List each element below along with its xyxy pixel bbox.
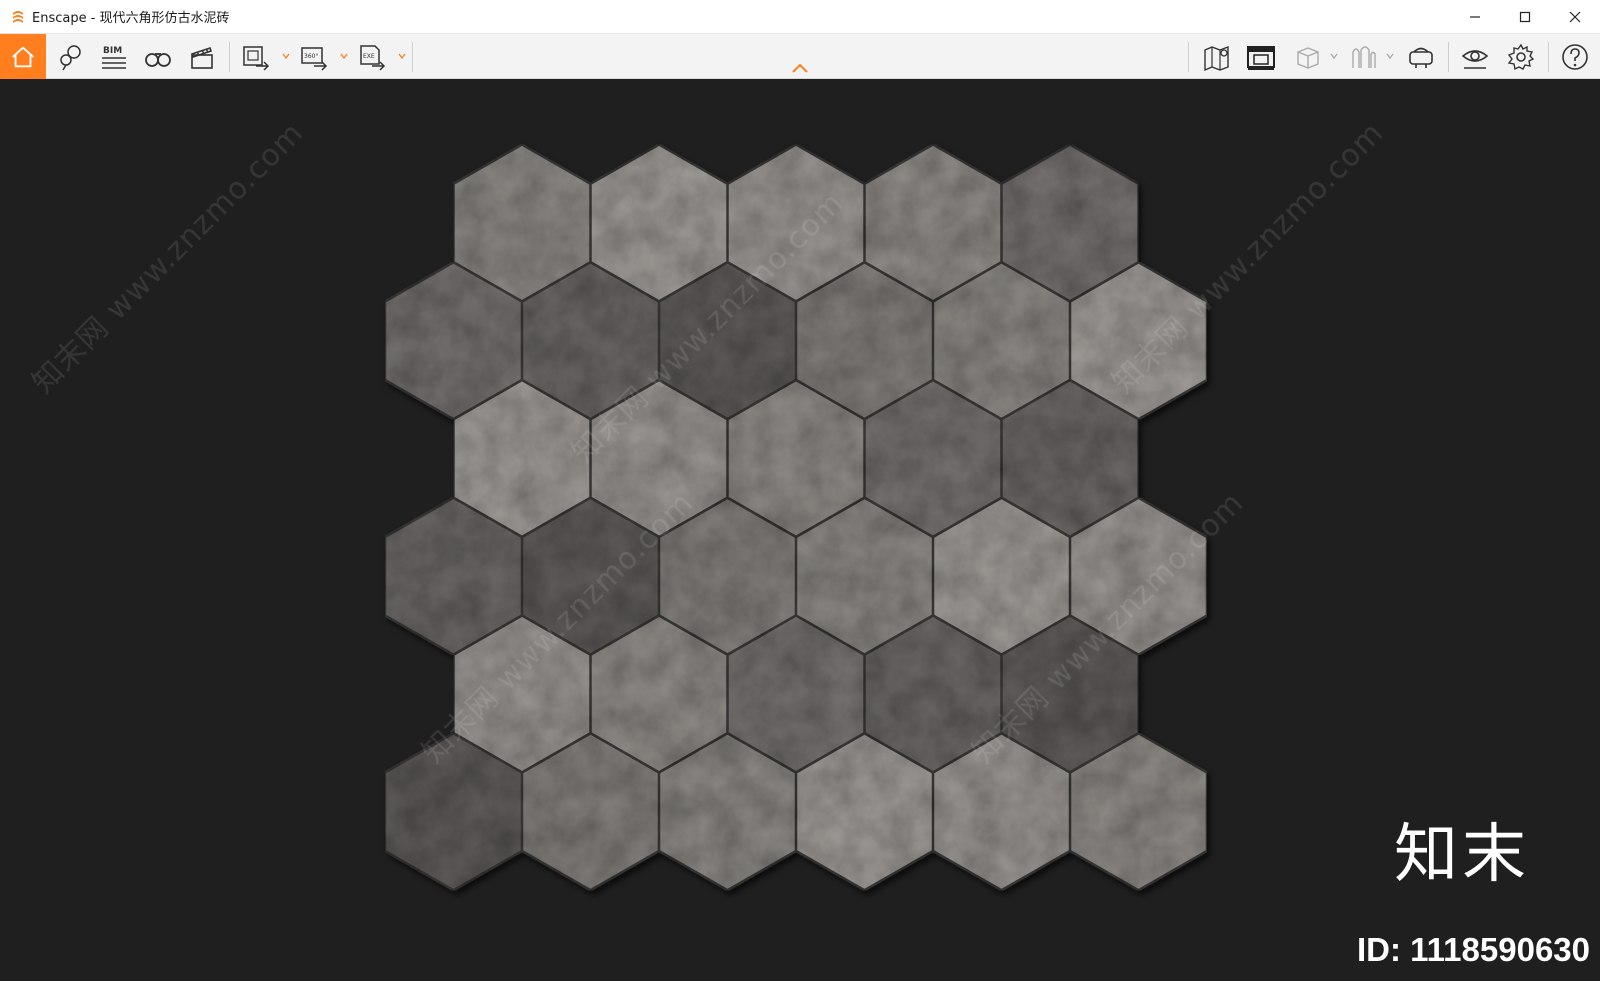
svg-text:EXE: EXE: [363, 53, 375, 60]
home-icon: [12, 46, 34, 67]
gallery-button[interactable]: [1240, 34, 1282, 79]
location-pin-icon: [60, 44, 81, 70]
help-icon: [1562, 43, 1588, 70]
bim-icon: BIM: [102, 46, 126, 69]
asset-icon: [1352, 45, 1376, 68]
export-panorama-button[interactable]: 360°: [294, 34, 334, 79]
brand-logo-text: 知末: [1394, 818, 1530, 892]
maximize-icon: [1519, 11, 1531, 23]
cube-icon: [1297, 46, 1319, 69]
chevron-down-icon[interactable]: [1330, 52, 1338, 60]
close-icon: [1569, 11, 1581, 23]
window-title: Enscape - 现代六角形仿古水泥砖: [32, 11, 230, 26]
export-360-icon: 360°: [301, 46, 328, 71]
map-button[interactable]: [1196, 34, 1238, 79]
help-button[interactable]: [1554, 34, 1596, 79]
enscape-logo-icon: [13, 10, 23, 23]
visual-settings-button[interactable]: [1454, 34, 1496, 79]
svg-text:360°: 360°: [304, 53, 318, 60]
chevron-down-icon[interactable]: [398, 52, 406, 60]
collapse-toolbar-icon[interactable]: [791, 62, 809, 74]
eye-icon: [1461, 49, 1489, 69]
chevron-down-icon[interactable]: [282, 52, 290, 60]
settings-button[interactable]: [1500, 34, 1542, 79]
toolbar: BIM 360° EXE: [0, 34, 1600, 79]
gallery-icon: [1247, 45, 1275, 70]
gear-icon: [1507, 43, 1535, 70]
export-exe-button[interactable]: EXE: [352, 34, 392, 79]
export-image-icon: [243, 45, 270, 71]
export-exe-icon: EXE: [360, 44, 386, 71]
home-button[interactable]: [0, 34, 46, 79]
video-editor-button[interactable]: [182, 34, 222, 79]
minimize-button[interactable]: [1450, 0, 1500, 34]
orbit-button[interactable]: [138, 34, 178, 79]
close-button[interactable]: [1550, 0, 1600, 34]
export-image-button[interactable]: [236, 34, 276, 79]
clapperboard-icon: [190, 46, 213, 69]
asset-library-button[interactable]: [1342, 34, 1384, 79]
title-bar: Enscape - 现代六角形仿古水泥砖: [0, 0, 1600, 34]
views-button[interactable]: [50, 34, 90, 79]
minimize-icon: [1470, 16, 1480, 18]
maximize-button[interactable]: [1500, 0, 1550, 34]
vr-headset-button[interactable]: [1400, 34, 1442, 79]
map-icon: [1204, 45, 1229, 71]
binoculars-icon: [145, 52, 171, 67]
render-viewport[interactable]: 知末网 www.znzmo.com 知末网 www.znzmo.com 知末网 …: [0, 80, 1600, 981]
bim-button[interactable]: BIM: [94, 34, 134, 79]
chevron-down-icon[interactable]: [1386, 52, 1394, 60]
chevron-down-icon[interactable]: [340, 52, 348, 60]
vr-headset-icon: [1409, 47, 1433, 68]
asset-id-label: ID: 1118590630: [1356, 931, 1590, 968]
material-editor-button[interactable]: [1286, 34, 1328, 79]
svg-text:BIM: BIM: [103, 46, 122, 56]
